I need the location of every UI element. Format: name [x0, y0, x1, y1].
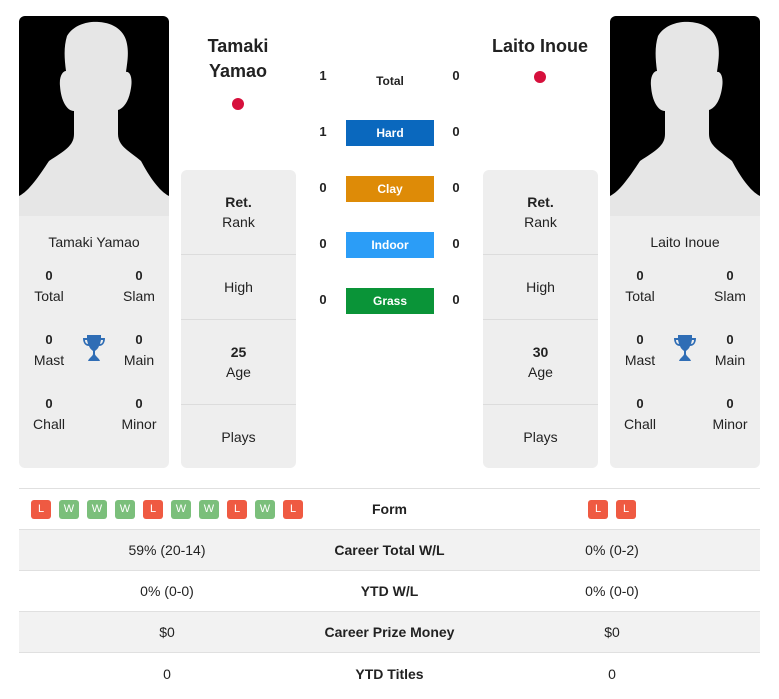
player1-photo [19, 16, 169, 216]
player2-flag-icon [534, 71, 546, 83]
titles-slam: 0 Slam [714, 268, 746, 304]
player1-form: LWWWLWWLWL [19, 499, 315, 519]
player2-plays: Plays [523, 428, 558, 445]
player1-age: 25 Age [181, 320, 296, 405]
player1-name-line1[interactable]: Tamaki [178, 34, 298, 59]
silhouette-icon [610, 21, 760, 216]
surface-hard[interactable]: Hard [346, 120, 434, 146]
titles-main: 0 Main [123, 332, 155, 368]
player1-high: High [181, 255, 296, 320]
h2h-row-clay: 0 Clay 0 [300, 176, 480, 202]
form-badge-loss[interactable]: L [616, 499, 636, 519]
player2-name[interactable]: Laito Inoue [480, 34, 600, 59]
player2-card: Laito Inoue 0 Total 0 Slam 0 Mast 0 Main 0 Ch… [610, 16, 760, 468]
titles-chall: 0 Chall [624, 396, 656, 432]
h2h-row-hard: 1 Hard 0 [300, 120, 480, 146]
form-badge-win[interactable]: W [255, 499, 275, 519]
form-badge-loss[interactable]: L [143, 499, 163, 519]
form-badge-win[interactable]: W [115, 499, 135, 519]
table-row: $0 Career Prize Money $0 [19, 612, 760, 653]
titles-total: 0 Total [625, 268, 655, 304]
table-row: 0 YTD Titles 0 [163, 665, 616, 682]
surface-grass[interactable]: Grass [346, 288, 434, 314]
h2h-row-total: 1 Total 0 [300, 64, 480, 90]
titles-minor: 0 Minor [121, 396, 157, 432]
titles-mast: 0 Mast [33, 332, 65, 368]
form-badge-loss[interactable]: L [31, 499, 51, 519]
player1-card: Tamaki Yamao 0 Total 0 Slam 0 Mast 0 Main 0C… [19, 16, 169, 468]
table-row: 59% (20-14) Career Total W/L 0% (0-2) [19, 530, 760, 571]
form-badge-win[interactable]: W [171, 499, 191, 519]
player1-name-line2[interactable]: Yamao [178, 59, 298, 84]
form-badge-loss[interactable]: L [283, 499, 303, 519]
titles-slam: 0 Slam [123, 268, 155, 304]
surface-clay[interactable]: Clay [346, 176, 434, 202]
player1-card-name: Tamaki Yamao [48, 234, 140, 250]
player1-info-card: Ret. Rank High 25 Age Plays [181, 170, 296, 468]
player2-card-name: Laito Inoue [650, 234, 720, 250]
h2h-row-indoor: 0 Indoor 0 [300, 232, 480, 258]
form-label: Form [372, 501, 407, 517]
h2h-row-grass: 0 Grass 0 [300, 288, 480, 314]
silhouette-icon [19, 21, 169, 216]
table-row: 0% (0-0) YTD W/L 0% (0-0) [19, 571, 760, 612]
player1-flag-icon [232, 98, 244, 110]
player2-form: LL [464, 499, 760, 519]
form-row: LWWWLWWLWL Form LL [19, 489, 760, 530]
player2-age: 30 Age [483, 320, 598, 405]
form-badge-win[interactable]: W [59, 499, 79, 519]
comparison-table: LWWWLWWLWL Form LL 59% (20-14) Career To… [19, 488, 760, 694]
surface-indoor[interactable]: Indoor [346, 232, 434, 258]
titles-total: 0 Total [34, 268, 64, 304]
surface-total: Total [376, 74, 404, 88]
form-badge-loss[interactable]: L [227, 499, 247, 519]
titles-main: 0 Main [714, 332, 746, 368]
titles-mast: 0 Mast [624, 332, 656, 368]
player2-high: High [483, 255, 598, 320]
player1-rank: Ret. Rank [181, 170, 296, 255]
player2-photo [610, 16, 760, 216]
titles-chall: 0 Chall [33, 396, 65, 432]
player1-plays: Plays [221, 428, 256, 445]
form-badge-win[interactable]: W [87, 499, 107, 519]
player1-header: Tamaki Yamao [178, 34, 298, 110]
player2-info-card: Ret. Rank High 30 Age Plays [483, 170, 598, 468]
form-badge-win[interactable]: W [199, 499, 219, 519]
titles-minor: 0 Minor [712, 396, 748, 432]
player2-header: Laito Inoue [480, 34, 600, 83]
form-badge-loss[interactable]: L [588, 499, 608, 519]
trophy-icon [83, 335, 105, 361]
trophy-icon [674, 335, 696, 361]
player2-rank: Ret. Rank [483, 170, 598, 255]
